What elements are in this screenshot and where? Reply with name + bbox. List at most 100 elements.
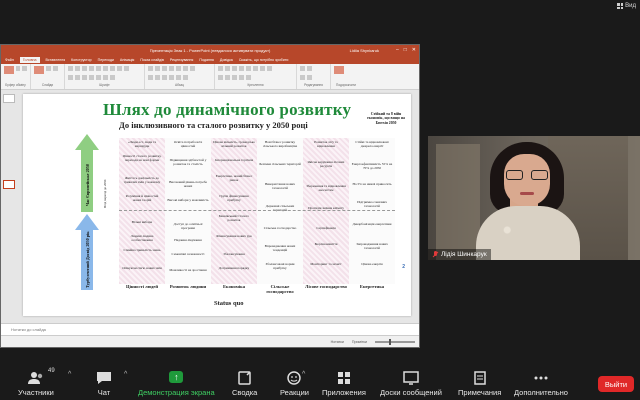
participant-video[interactable]: Лідія Шинкарук: [428, 136, 640, 260]
powerpoint-user: Lidiia Shynkaruk: [349, 47, 379, 53]
reactions-label: Реакции: [280, 388, 309, 397]
tell-me-search[interactable]: Скажіть, що потрібно зробити: [239, 58, 289, 62]
divider-line: [119, 210, 395, 211]
ribbon-tab[interactable]: Показ слайдів: [140, 58, 164, 62]
ribbon-group-font[interactable]: Шрифт: [65, 64, 145, 89]
ribbon-tab[interactable]: Конструктор: [71, 58, 92, 62]
ribbon-group-drawing[interactable]: Креслення: [215, 64, 297, 89]
share-screen-label: Демонстрация экрана: [138, 388, 215, 397]
ribbon-group-clipboard[interactable]: Буфер обміну: [1, 64, 31, 89]
column-forestry: Розвиток лісу та відновлення Якісне керу…: [303, 138, 349, 284]
reactions-icon: [287, 371, 302, 385]
column-header: Сільське господарство: [266, 284, 294, 294]
notes-label: Примечания: [458, 388, 502, 397]
new-slide-icon: [34, 66, 44, 74]
apps-button[interactable]: Приложения: [322, 371, 366, 397]
leave-button[interactable]: Выйти: [598, 376, 634, 392]
slide: Шлях до динамічного розвитку До інклюзив…: [23, 94, 411, 316]
development-arrows: Час Європейське 2050 Вхід перехід до 205…: [73, 132, 119, 292]
comments-toggle[interactable]: Примітки: [352, 340, 367, 344]
ribbon-tab[interactable]: Довідка: [220, 58, 233, 62]
share-screen-button[interactable]: ↑ Демонстрация экрана: [138, 371, 215, 397]
whiteboards-button[interactable]: Доски сообщений: [380, 371, 442, 397]
chat-label: Чат: [97, 388, 111, 397]
ribbon-tab[interactable]: Подання: [199, 58, 214, 62]
column-energy: Стійкі та відновлювані джерела енергії Е…: [349, 138, 395, 284]
participant-namebar: Лідія Шинкарук: [428, 249, 491, 260]
slide-thumbnail-selected[interactable]: [3, 180, 15, 189]
more-label: Дополнительно: [514, 388, 568, 397]
participants-button[interactable]: 49 Участники: [18, 368, 55, 397]
column-header: Енергетика: [359, 284, 385, 289]
ribbon-group-designer[interactable]: Подорожчити: [331, 64, 361, 89]
ribbon-tabs: Файл Головна Вставлення Конструктор Пере…: [1, 55, 419, 64]
ribbon-tab[interactable]: Рецензування: [170, 58, 193, 62]
column-header: Лісове господарство: [305, 284, 347, 289]
maximize-icon[interactable]: □: [404, 47, 407, 53]
slide-subtitle: До інклюзивного та сталого розвитку у 20…: [119, 120, 308, 130]
minimize-icon[interactable]: –: [396, 47, 399, 53]
zoom-slider[interactable]: [375, 338, 415, 345]
powerpoint-titlebar: Презентація Знак 1 - PowerPoint (невдало…: [1, 45, 419, 55]
ribbon-tab[interactable]: Файл: [5, 58, 14, 62]
ribbon-tab[interactable]: Вставлення: [46, 58, 66, 62]
column-header: Цінності людей: [126, 284, 158, 289]
notes-button[interactable]: Примечания: [458, 371, 501, 397]
column-human-development: Освіта потреба всіх цінностей Підвищення…: [165, 138, 211, 284]
participants-caret-icon[interactable]: ^: [68, 371, 71, 378]
column-people-values: «Люди ест, люди та маршруди Цінності ста…: [119, 138, 165, 284]
slide-number: 2: [402, 264, 405, 270]
chat-icon: [97, 372, 111, 384]
slide-thumbnails: [1, 90, 17, 325]
window-controls: – □ ✕: [396, 47, 416, 53]
meeting-toolbar: 49 Участники ^ Чат ^ ↑ Демонстрация экра…: [0, 366, 640, 400]
column-agriculture: Нові бізнес розвитку сільського виробниц…: [257, 138, 303, 284]
summary-icon: [237, 371, 251, 385]
notes-toggle[interactable]: Нотатки: [331, 340, 344, 344]
meeting-window: Вид Презентація Знак 1 - PowerPoint (нев…: [0, 0, 640, 400]
arrow-label-turbulent: Турбулентний Досвід 2050 рік: [85, 231, 90, 288]
grid-view-icon: [617, 3, 624, 9]
slide-corner-note: Стійкий та 8 війн економік, що вищо на Б…: [367, 112, 405, 125]
roadmap-grid: «Люди ест, люди та маршруди Цінності ста…: [119, 138, 395, 298]
column-header: Розвиток людини: [169, 284, 207, 289]
whiteboards-label: Доски сообщений: [380, 388, 442, 397]
shared-screen: Презентація Знак 1 - PowerPoint (невдало…: [0, 44, 420, 348]
participants-label: Участники: [18, 388, 54, 397]
designer-icon: [334, 66, 344, 74]
notes-pane[interactable]: Нотатки до слайда: [1, 323, 419, 335]
view-toggle[interactable]: Вид: [613, 0, 640, 12]
summary-button[interactable]: Сводка: [232, 371, 257, 397]
ribbon-group-editing[interactable]: Редагування: [297, 64, 331, 89]
more-button[interactable]: Дополнительно: [514, 371, 568, 397]
reactions-caret-icon[interactable]: ^: [302, 371, 305, 378]
ribbon-group-paragraph[interactable]: Абзац: [145, 64, 215, 89]
participant-name: Лідія Шинкарук: [441, 251, 487, 258]
powerpoint-title: Презентація Знак 1 - PowerPoint (невдало…: [149, 47, 271, 53]
apps-icon: [337, 372, 350, 384]
chat-caret-icon[interactable]: ^: [124, 371, 127, 378]
notes-icon: [473, 371, 486, 385]
column-economy: Цінова вільність, громадсько вільний роз…: [211, 138, 257, 284]
whiteboard-icon: [403, 371, 419, 385]
arrow-label-europe: Час Європейське 2050: [85, 164, 90, 206]
ribbon-tab[interactable]: Анімація: [120, 58, 134, 62]
powerpoint-statusbar: Нотатки Примітки: [1, 335, 419, 347]
status-quo-label: Status quo: [214, 300, 244, 307]
participants-count: 49: [48, 368, 55, 374]
slide-title: Шлях до динамічного розвитку: [103, 100, 352, 119]
upward-arrows-graphic: [75, 134, 99, 290]
column-header: Економіка: [222, 284, 246, 289]
close-icon[interactable]: ✕: [412, 47, 416, 53]
participants-icon: [27, 372, 43, 384]
share-screen-icon: ↑: [169, 371, 184, 383]
chat-button[interactable]: Чат: [96, 371, 112, 397]
ribbon-tab-home[interactable]: Головна: [19, 56, 40, 63]
powerpoint-body: Шлях до динамічного розвитку До інклюзив…: [1, 90, 419, 347]
ribbon-group-slides[interactable]: Слайди: [31, 64, 65, 89]
ribbon-tab[interactable]: Переходи: [98, 58, 114, 62]
apps-label: Приложения: [322, 388, 366, 397]
slide-thumbnail[interactable]: [3, 94, 15, 103]
summary-label: Сводка: [232, 388, 258, 397]
paste-icon: [4, 66, 14, 74]
